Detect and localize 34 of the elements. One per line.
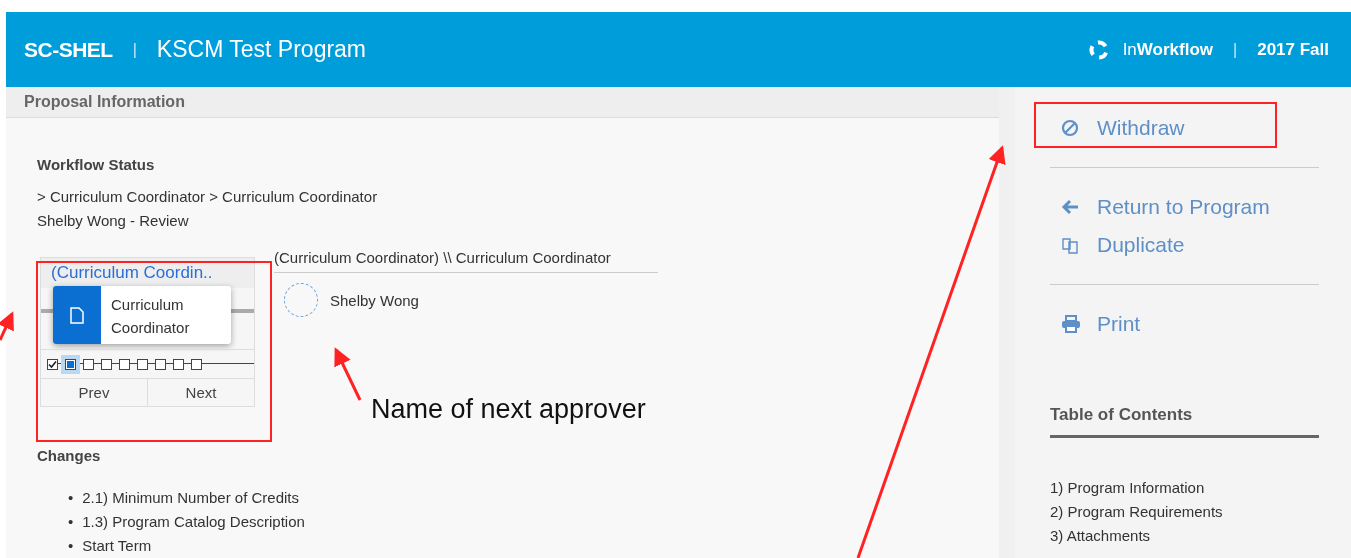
toc-link[interactable]: 3) Attachments: [1050, 524, 1319, 548]
brand-name: SC-SHEL: [24, 37, 113, 62]
toc-link[interactable]: 1) Program Information: [1050, 476, 1319, 500]
callout-label: Name of next approver: [371, 394, 646, 425]
annotation-arrow: [0, 311, 14, 341]
step-highlight[interactable]: [61, 354, 80, 374]
term-label: 2017 Fall: [1257, 39, 1329, 60]
section-heading: Workflow Status: [37, 156, 156, 173]
printer-icon: [1061, 315, 1081, 333]
annotation-arrow: [334, 347, 362, 401]
tooltip-text: Curriculum Coordinator: [110, 295, 191, 338]
back-arrow-icon: [1061, 199, 1079, 215]
workflow-current-step: Shelby Wong - Review: [37, 209, 999, 233]
app-name: InWorkflow: [1122, 39, 1213, 60]
document-icon: [70, 306, 84, 324]
toc-link[interactable]: 2) Program Requirements: [1050, 500, 1319, 524]
ring-logo-icon: [1088, 39, 1109, 60]
copy-icon: [1061, 235, 1081, 255]
change-item: Start Term: [82, 536, 152, 556]
change-item: 1.3) Program Catalog Description: [82, 512, 305, 532]
workflow-path: > Curriculum Coordinator > Curriculum Coordinator: [37, 187, 379, 207]
prohibited-icon: [1061, 119, 1079, 137]
header-separator: |: [132, 40, 137, 59]
bullet-mark: •: [68, 512, 74, 532]
bullet-mark: •: [68, 536, 74, 556]
header-separator: |: [1233, 40, 1238, 59]
change-item: 2.1) Minimum Number of Credits: [82, 488, 299, 508]
bullet-mark: •: [68, 488, 74, 508]
panel-title: Proposal Information: [6, 87, 999, 118]
toc-heading: Table of Contents: [1050, 405, 1319, 438]
approver-name: Shelby Wong: [330, 291, 419, 309]
program-title: KSCM Test Program: [156, 36, 367, 63]
section-heading: Changes: [37, 447, 102, 464]
role-title: (Curriculum Coordinator) \\ Curriculum Coordinator: [274, 249, 658, 273]
